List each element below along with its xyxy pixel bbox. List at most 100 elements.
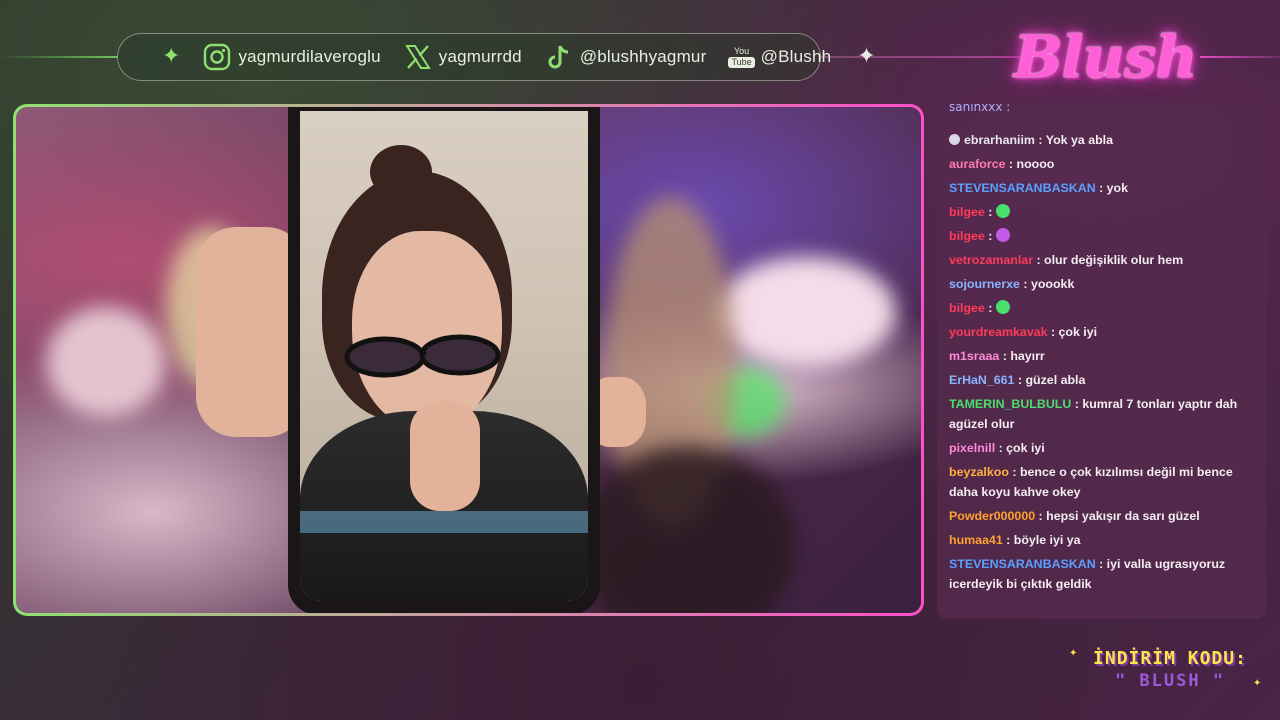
social-x: yagmurrdd <box>403 42 522 72</box>
sunglasses-icon <box>344 334 501 378</box>
chat-username[interactable]: STEVENSARANBASKAN <box>949 557 1096 571</box>
chat-text: böyle iyi ya <box>1013 533 1081 547</box>
left-deco-line <box>0 56 118 58</box>
chat-separator: : <box>1047 325 1059 339</box>
plush-toy-blur <box>46 307 166 417</box>
chat-message: STEVENSARANBASKAN : iyi valla ugrasıyoru… <box>949 554 1256 594</box>
chat-separator: : <box>1034 133 1046 147</box>
chat-username[interactable]: bilgee <box>949 229 985 243</box>
chat-message: beyzalkoo : bence o çok kızılımsı değil … <box>949 462 1256 502</box>
user-badge-icon <box>949 134 960 145</box>
sparkle-icon: ✦ <box>1253 678 1262 689</box>
chat-separator: : <box>1095 557 1107 571</box>
x-handle: yagmurrdd <box>438 47 522 66</box>
discount-label: İNDİRİM KODU: <box>1093 648 1247 669</box>
youtube-icon: You Tube <box>728 45 755 68</box>
chat-username[interactable]: beyzalkoo <box>949 465 1009 479</box>
chat-text: çok iyi <box>1058 325 1098 339</box>
webcam-video <box>16 107 921 613</box>
chat-separator: : <box>1071 397 1083 411</box>
webcam-frame <box>13 104 924 616</box>
chat-text: hayırr <box>1010 349 1045 363</box>
chat-message: bilgee : <box>949 226 1256 246</box>
chat-username[interactable]: humaa41 <box>949 533 1003 547</box>
chat-message: Powder000000 : hepsi yakışır da sarı güz… <box>949 506 1256 526</box>
youtube-badge-top: You <box>733 45 750 56</box>
chat-username[interactable]: ErHaN_661 <box>949 373 1014 387</box>
photo-hand <box>410 401 480 511</box>
chat-text: yok <box>1106 181 1129 195</box>
chat-separator: : <box>1033 253 1045 267</box>
photo-hair-bun <box>370 145 432 199</box>
sparkle-icon: ✦ <box>857 44 876 69</box>
chat-username[interactable]: pixelnill <box>949 441 995 455</box>
chat-message: bilgee : <box>949 298 1256 318</box>
chat-clipped-message: sahinxxx : <box>949 104 1011 114</box>
chat-separator: : <box>984 205 996 219</box>
chat-message: ErHaN_661 : güzel abla <box>949 370 1256 390</box>
chat-text: güzel abla <box>1025 373 1086 387</box>
tiktok-icon <box>544 42 574 72</box>
chat-username[interactable]: TAMERIN_BULBULU <box>949 397 1071 411</box>
mid-deco-line <box>820 56 1020 58</box>
chat-separator: : <box>984 229 996 243</box>
chat-username[interactable]: Powder000000 <box>949 509 1035 523</box>
chat-message: auraforce : noooo <box>949 154 1256 174</box>
phone-photo <box>300 111 588 601</box>
chat-username[interactable]: vetrozamanlar <box>949 253 1033 267</box>
chat-username[interactable]: yourdreamkavak <box>949 325 1048 339</box>
phone <box>288 107 600 613</box>
social-instagram: yagmurdilaveroglu <box>202 42 381 72</box>
chat-message: humaa41 : böyle iyi ya <box>949 530 1256 550</box>
chat-message: vetrozamanlar : olur değişiklik olur hem <box>949 250 1256 270</box>
chat-text: çok iyi <box>1006 441 1045 455</box>
emote-icon <box>995 300 1010 314</box>
chat-message: ebrarhaniim : Yok ya abla <box>949 130 1256 150</box>
chat-separator: : <box>1095 181 1107 195</box>
chat-text: olur değişiklik olur hem <box>1044 253 1184 267</box>
emote-icon <box>995 204 1010 218</box>
chat-separator: : <box>995 441 1007 455</box>
blush-logo: Blush <box>1013 23 1197 91</box>
chat-message: m1sraaa : hayırr <box>949 346 1256 366</box>
streamer-clothes-blur <box>576 447 796 613</box>
chat-text: yoookk <box>1030 277 1075 291</box>
chat-separator: : <box>1008 465 1020 479</box>
discount-code-promo: ✦ ✦ İNDİRİM KODU: " BLUSH " <box>1069 648 1265 700</box>
chat-text: hepsi yakışır da sarı güzel <box>1046 509 1200 523</box>
chat-message: TAMERIN_BULBULU : kumral 7 tonları yaptı… <box>949 394 1256 434</box>
chat-separator: : <box>1035 509 1047 523</box>
chat-separator: : <box>1005 157 1017 171</box>
chat-username[interactable]: auraforce <box>949 157 1005 171</box>
chat-username[interactable]: sojournerxe <box>949 277 1020 291</box>
emote-icon <box>995 228 1010 242</box>
chat-username[interactable]: bilgee <box>949 301 985 315</box>
chat-message: sojournerxe : yoookk <box>949 274 1256 294</box>
chat-username[interactable]: STEVENSARANBASKAN <box>949 181 1096 195</box>
screen-glint <box>300 511 588 533</box>
chat-message: pixelnill : çok iyi <box>949 438 1256 458</box>
chat-panel: sahinxxx : ebrarhaniim : Yok ya abla aura… <box>937 104 1266 619</box>
chat-separator: : <box>1002 533 1014 547</box>
sparkle-icon: ✦ <box>162 44 181 69</box>
chat-message: yourdreamkavak : çok iyi <box>949 322 1256 342</box>
youtube-badge-bottom: Tube <box>728 56 755 68</box>
chat-username[interactable]: ebrarhaniim <box>964 133 1035 147</box>
tiktok-handle: @blushhyagmur <box>579 47 707 66</box>
chat-username[interactable]: m1sraaa <box>949 349 999 363</box>
plush-right-blur <box>716 257 896 367</box>
chat-text: Yok ya abla <box>1045 133 1113 147</box>
photo-face <box>352 231 502 431</box>
instagram-icon <box>202 42 232 72</box>
sparkle-icon: ✦ <box>1069 648 1078 659</box>
chat-separator: : <box>1014 373 1026 387</box>
x-icon <box>403 42 433 72</box>
chat-separator: : <box>999 349 1011 363</box>
social-bar: ✦ yagmurdilaveroglu yagmurrdd @blushhyag… <box>117 33 876 81</box>
right-deco-line <box>1200 56 1280 58</box>
discount-code: " BLUSH " <box>1114 671 1226 691</box>
instagram-handle: yagmurdilaveroglu <box>238 47 381 66</box>
chat-separator: : <box>984 301 996 315</box>
social-youtube: You Tube @Blushh <box>728 45 831 68</box>
chat-username[interactable]: bilgee <box>949 205 985 219</box>
